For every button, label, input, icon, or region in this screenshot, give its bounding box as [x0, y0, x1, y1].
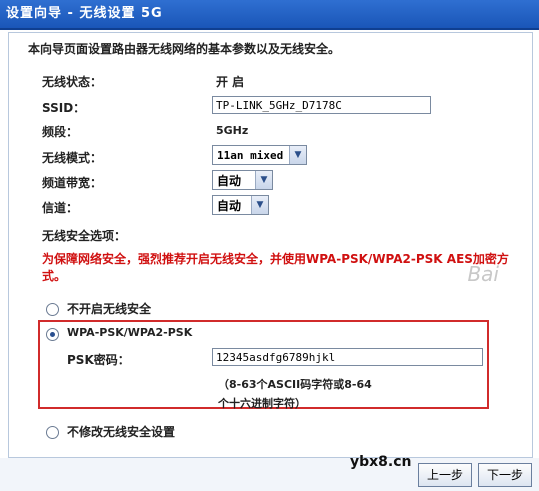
- width-select-value: 自动: [217, 173, 242, 188]
- width-select[interactable]: 自动 ▼: [212, 170, 273, 190]
- window-title: 设置向导 - 无线设置 5G: [0, 0, 539, 30]
- site-text: ybx8.cn: [350, 454, 412, 470]
- psk-password-input[interactable]: 12345asdfg6789hjkl: [212, 348, 483, 366]
- chevron-down-icon[interactable]: ▼: [255, 171, 272, 189]
- security-section-label: 无线安全选项：: [42, 229, 127, 243]
- channel-select-value: 自动: [217, 198, 242, 213]
- intro-text: 本向导页面设置路由器无线网络的基本参数以及无线安全。: [28, 42, 341, 56]
- psk-hint-line1: （8-63个ASCII码字符或8-64: [218, 378, 372, 391]
- ssid-label: SSID：: [42, 101, 86, 115]
- status-label: 无线状态：: [42, 75, 103, 89]
- channel-select[interactable]: 自动 ▼: [212, 195, 269, 215]
- prev-button[interactable]: 上一步: [418, 463, 472, 487]
- security-warning: 为保障网络安全，强烈推荐开启无线安全，并使用WPA-PSK/WPA2-PSK A…: [42, 252, 509, 283]
- status-value: 开 启: [216, 75, 245, 89]
- band-label: 频段：: [42, 125, 79, 139]
- band-value: 5GHz: [216, 124, 249, 137]
- option-keep-security-label: 不修改无线安全设置: [67, 425, 176, 439]
- next-button[interactable]: 下一步: [478, 463, 532, 487]
- channel-label: 信道：: [42, 201, 79, 215]
- mode-select-value: 11an mixed: [217, 148, 284, 162]
- chevron-down-icon[interactable]: ▼: [251, 196, 268, 214]
- psk-label: PSK密码：: [67, 353, 130, 367]
- watermark: Bai: [467, 262, 499, 286]
- radio-keep-security[interactable]: [46, 426, 59, 439]
- radio-wpa-psk[interactable]: [46, 328, 59, 341]
- chevron-down-icon[interactable]: ▼: [289, 146, 306, 164]
- option-wpa-psk-label: WPA-PSK/WPA2-PSK: [67, 326, 193, 339]
- radio-security-off[interactable]: [46, 303, 59, 316]
- mode-label: 无线模式：: [42, 151, 103, 165]
- ssid-input[interactable]: TP-LINK_5GHz_D7178C: [212, 96, 431, 114]
- option-security-off-label: 不开启无线安全: [67, 302, 152, 316]
- mode-select[interactable]: 11an mixed ▼: [212, 145, 307, 165]
- psk-hint-line2: 个十六进制字符）: [218, 397, 306, 410]
- width-label: 频道带宽：: [42, 176, 103, 190]
